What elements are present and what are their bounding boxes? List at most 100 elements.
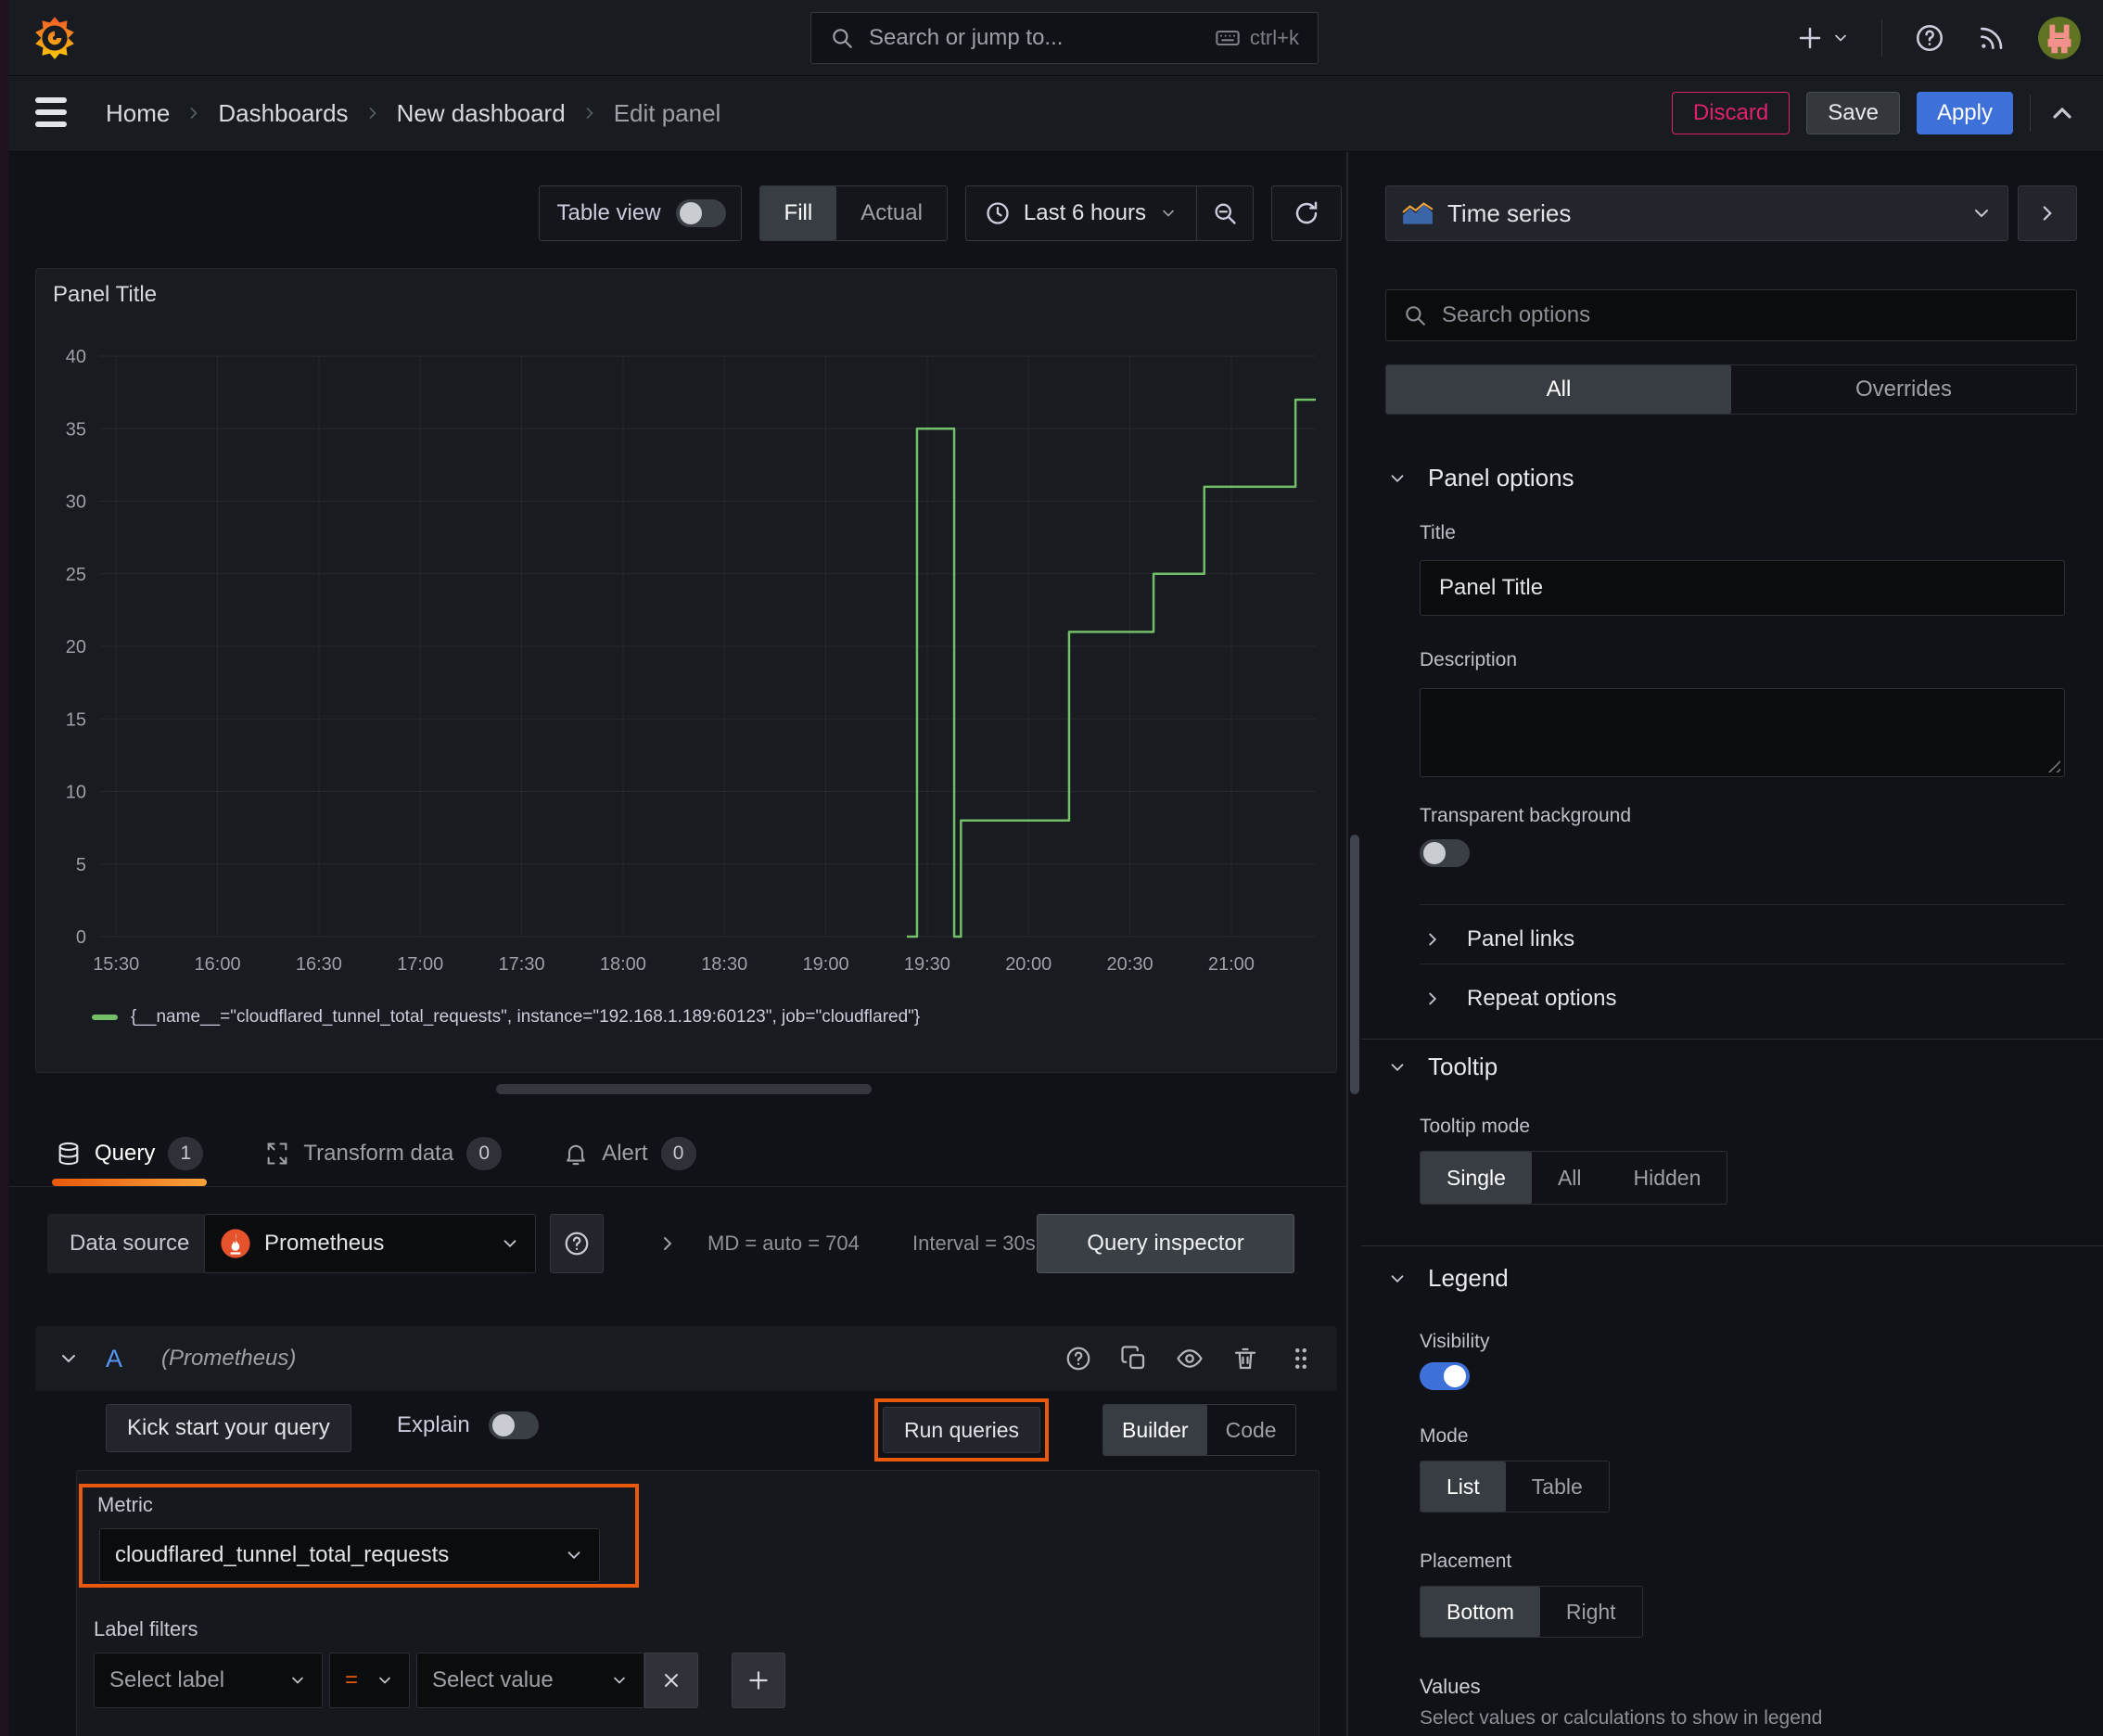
fill-option[interactable]: Fill: [759, 186, 837, 240]
options-sidebar: Time series Search options All Overrides…: [1361, 151, 2103, 1736]
transform-icon: [264, 1141, 290, 1167]
resize-grip-icon[interactable]: [2044, 756, 2060, 772]
breadcrumb-new-dashboard[interactable]: New dashboard: [397, 99, 566, 128]
svg-text:19:00: 19:00: [803, 954, 849, 975]
svg-text:17:00: 17:00: [397, 954, 443, 975]
title-label: Title: [1420, 522, 1456, 543]
tooltip-mode-single[interactable]: Single: [1421, 1152, 1532, 1204]
chart[interactable]: 0 5 10 15 20 25 30 35 40 15:30 16:00 16:30 17:00 17:3…: [49, 343, 1323, 992]
transparent-background-toggle[interactable]: [1420, 839, 1470, 867]
legend-mode-list[interactable]: List: [1421, 1462, 1506, 1512]
query-inspector-button[interactable]: Query inspector: [1037, 1214, 1294, 1273]
legend-placement-bottom[interactable]: Bottom: [1421, 1587, 1540, 1637]
code-option[interactable]: Code: [1207, 1405, 1295, 1455]
panel-title-input[interactable]: Panel Title: [1420, 560, 2065, 616]
tab-overrides[interactable]: Overrides: [1731, 365, 2076, 414]
grafana-logo-icon[interactable]: [32, 15, 78, 61]
tooltip-mode-all[interactable]: All: [1532, 1152, 1608, 1204]
toggle-viz-suggestions-button[interactable]: [2018, 185, 2077, 241]
svg-text:40: 40: [66, 347, 86, 367]
help-icon[interactable]: [1064, 1345, 1092, 1372]
operator-dropdown[interactable]: =: [329, 1653, 410, 1708]
tab-alert[interactable]: Alert 0: [559, 1120, 699, 1186]
add-filter-button[interactable]: [732, 1653, 785, 1708]
shortcut-hint: ctrl+k: [1215, 25, 1299, 51]
help-button[interactable]: [1914, 0, 1945, 75]
explain-toggle[interactable]: [488, 1411, 539, 1439]
expand-stats-button[interactable]: [656, 1214, 679, 1273]
transparent-background-label: Transparent background: [1420, 805, 1632, 826]
menu-toggle-button[interactable]: [35, 97, 67, 127]
svg-text:25: 25: [66, 565, 86, 585]
duplicate-icon[interactable]: [1120, 1345, 1148, 1372]
global-search-input[interactable]: Search or jump to... ctrl+k: [810, 12, 1319, 64]
trash-icon[interactable]: [1231, 1345, 1259, 1372]
panel-links-section-header[interactable]: Panel links: [1422, 915, 1574, 964]
prometheus-icon: [221, 1229, 250, 1258]
drag-handle-icon[interactable]: [1287, 1345, 1315, 1372]
timeseries-viz-icon: [1402, 202, 1434, 224]
apply-button[interactable]: Apply: [1916, 92, 2013, 134]
user-avatar[interactable]: [2038, 16, 2081, 59]
actual-option[interactable]: Actual: [836, 186, 947, 240]
collapse-header-button[interactable]: [2047, 75, 2077, 151]
legend-section-header[interactable]: Legend: [1387, 1264, 1509, 1293]
query-row-header[interactable]: A (Prometheus): [35, 1326, 1337, 1391]
repeat-options-section-header[interactable]: Repeat options: [1422, 975, 1616, 1023]
chevron-right-icon: [580, 104, 599, 122]
chevron-up-icon: [2053, 107, 2071, 119]
tab-query[interactable]: Query 1: [52, 1120, 208, 1186]
options-search-input[interactable]: Search options: [1385, 289, 2077, 341]
breadcrumb-dashboards[interactable]: Dashboards: [218, 99, 348, 128]
panel-title[interactable]: Panel Title: [53, 282, 157, 308]
legend-placement-right[interactable]: Right: [1540, 1587, 1642, 1637]
time-range-picker[interactable]: Last 6 hours: [966, 186, 1196, 240]
tooltip-mode-hidden[interactable]: Hidden: [1608, 1152, 1727, 1204]
scrollbar-thumb[interactable]: [1350, 835, 1359, 1094]
svg-text:15: 15: [66, 709, 86, 730]
select-value-dropdown[interactable]: Select value: [416, 1653, 644, 1708]
chevron-down-icon: [1387, 1057, 1408, 1078]
kick-start-button[interactable]: Kick start your query: [106, 1404, 351, 1452]
pane-resize-handle[interactable]: [496, 1084, 872, 1094]
panel-options-section-header[interactable]: Panel options: [1387, 464, 1574, 492]
legend-mode-table[interactable]: Table: [1506, 1462, 1609, 1512]
discard-button[interactable]: Discard: [1671, 92, 1791, 134]
pane-splitter[interactable]: [1346, 151, 1348, 1736]
breadcrumb-home[interactable]: Home: [106, 99, 170, 128]
legend-series-label[interactable]: {__name__="cloudflared_tunnel_total_requ…: [131, 1007, 920, 1028]
add-button[interactable]: [1796, 0, 1850, 75]
chevron-down-icon: [503, 1240, 516, 1248]
select-label-dropdown[interactable]: Select label: [94, 1653, 323, 1708]
svg-text:18:30: 18:30: [701, 954, 747, 975]
search-icon: [1406, 306, 1425, 326]
metric-picker[interactable]: cloudflared_tunnel_total_requests: [99, 1528, 600, 1582]
panel-options-heading: Panel options: [1428, 464, 1574, 491]
tab-transform[interactable]: Transform data 0: [261, 1120, 505, 1186]
table-view-toggle[interactable]: [675, 199, 726, 227]
chevron-right-icon: [1429, 992, 1437, 1005]
eye-icon[interactable]: [1176, 1345, 1204, 1372]
chevron-down-icon: [1163, 210, 1174, 217]
save-button[interactable]: Save: [1806, 92, 1900, 134]
refresh-button[interactable]: [1272, 186, 1341, 240]
news-button[interactable]: [1977, 0, 2007, 75]
metric-label: Metric: [97, 1493, 153, 1516]
remove-filter-button[interactable]: [644, 1653, 698, 1708]
visualization-picker[interactable]: Time series: [1385, 185, 2008, 241]
datasource-picker[interactable]: Prometheus: [204, 1214, 536, 1273]
description-textarea[interactable]: [1420, 688, 2065, 777]
legend-visibility-toggle[interactable]: [1420, 1362, 1470, 1390]
search-placeholder: Search or jump to...: [869, 25, 1064, 50]
tab-all[interactable]: All: [1386, 365, 1731, 414]
chevron-down-icon[interactable]: [57, 1347, 80, 1370]
tooltip-section-header[interactable]: Tooltip: [1387, 1053, 1498, 1081]
builder-option[interactable]: Builder: [1103, 1405, 1207, 1455]
chart-legend[interactable]: {__name__="cloudflared_tunnel_total_requ…: [92, 1007, 920, 1028]
divider: [1881, 19, 1882, 57]
breadcrumb-edit-panel: Edit panel: [613, 98, 721, 127]
rss-icon: [1981, 27, 2003, 49]
zoom-out-button[interactable]: [1197, 186, 1253, 240]
run-queries-button[interactable]: Run queries: [883, 1407, 1041, 1453]
datasource-help-button[interactable]: [550, 1214, 604, 1273]
